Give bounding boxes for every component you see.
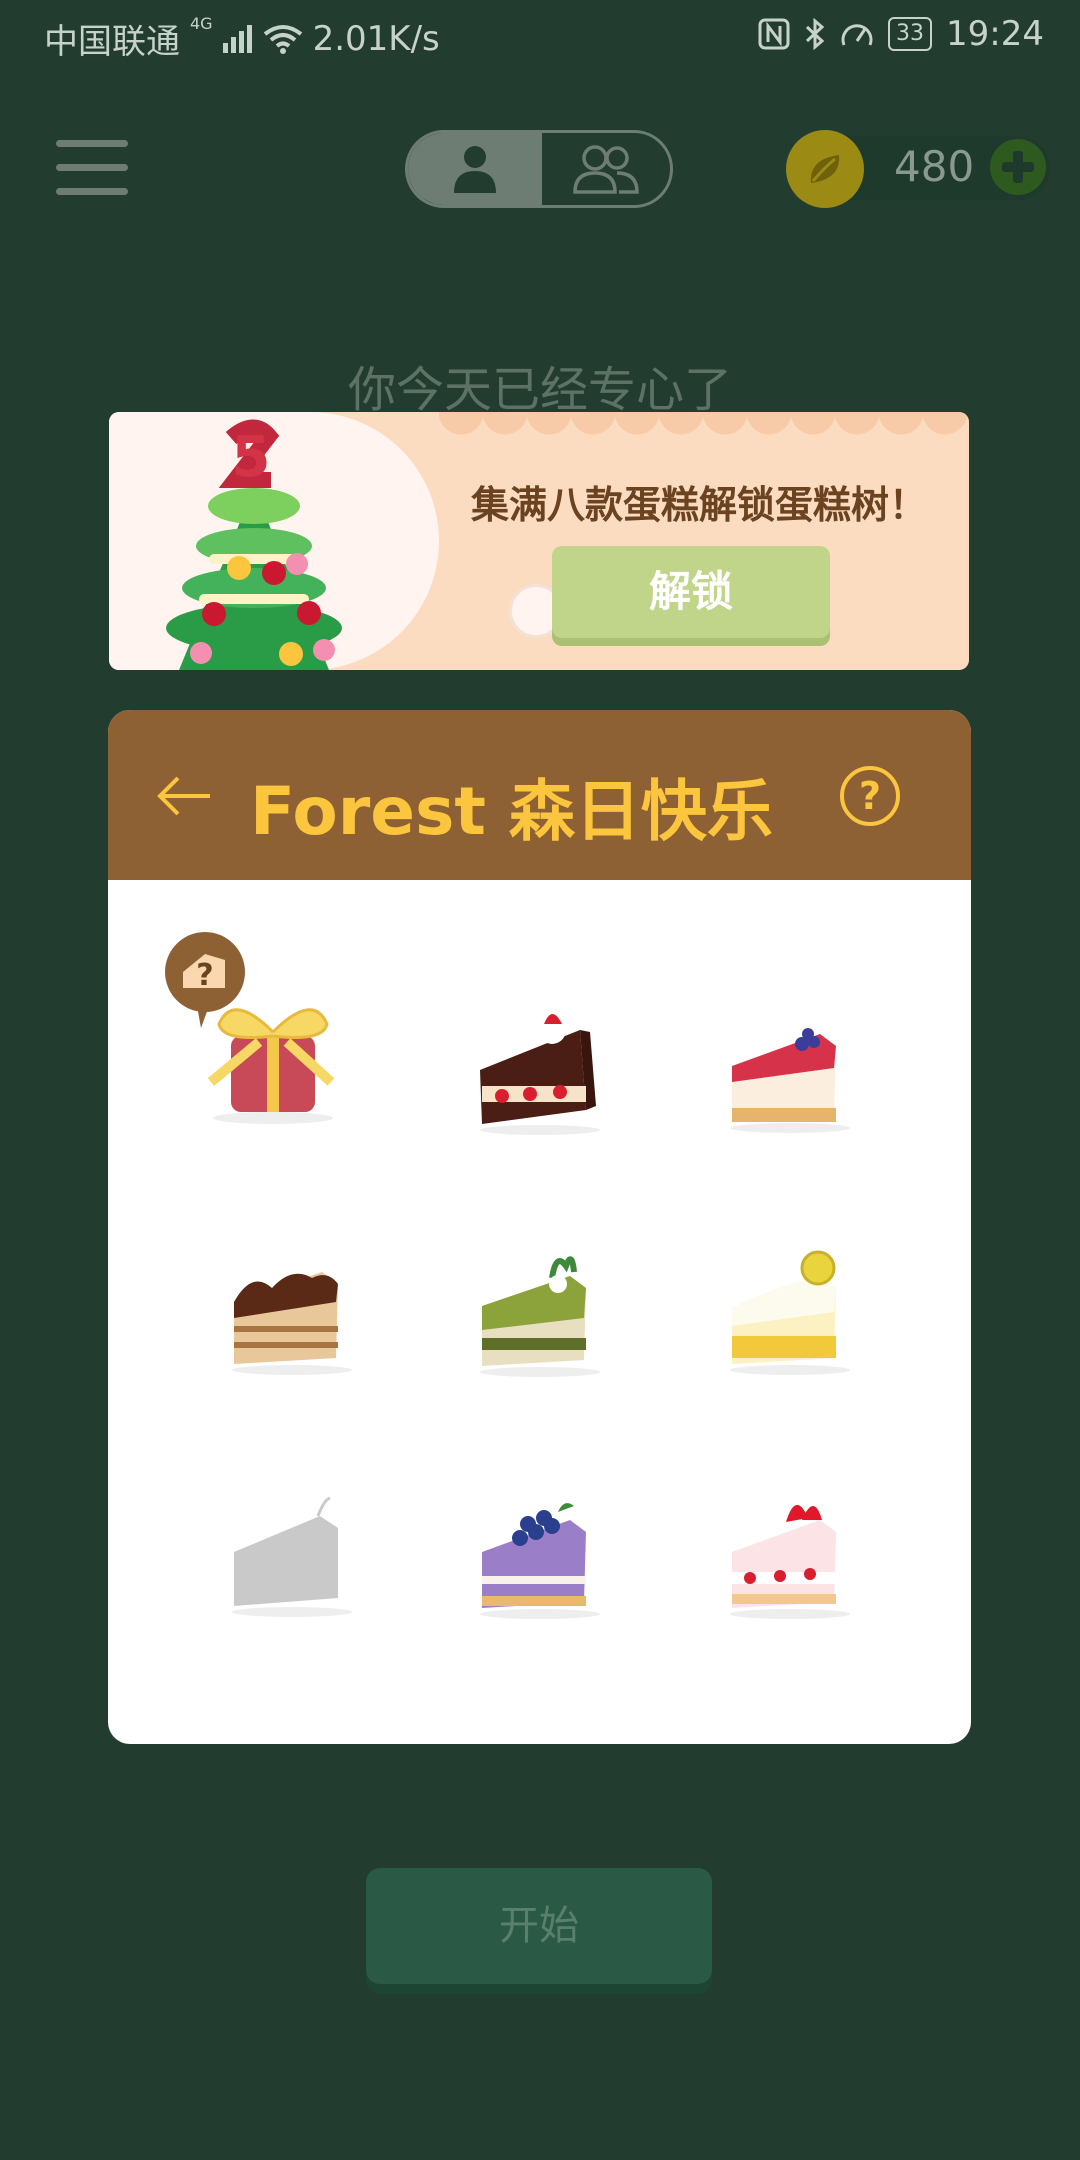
cake-tree-icon: 5: [166, 419, 342, 670]
blueberry-taro-cake-item[interactable]: [460, 1476, 640, 1656]
person-icon: [454, 146, 496, 193]
unlock-button[interactable]: 解锁: [552, 546, 830, 638]
locked-cake-item[interactable]: [212, 1476, 392, 1656]
menu-icon: [56, 140, 128, 147]
group-mode-tab[interactable]: [542, 133, 670, 205]
banner-title: 集满八款蛋糕解锁蛋糕树！: [470, 483, 927, 527]
clock: 19:24: [946, 14, 1044, 54]
tiramisu-cake-item[interactable]: [212, 1232, 392, 1412]
plus-icon: [1002, 151, 1034, 183]
speedometer-icon: [840, 19, 874, 49]
wifi-icon: [263, 24, 303, 54]
arrow-left-icon: [157, 776, 210, 816]
chocolate-strawberry-cake-item[interactable]: [460, 990, 640, 1170]
blueberry-cheesecake-item[interactable]: [710, 990, 890, 1170]
battery-icon: 33: [888, 17, 933, 51]
back-button[interactable]: [154, 772, 214, 820]
nfc-icon: [758, 18, 790, 50]
menu-button[interactable]: [56, 140, 128, 196]
matcha-cake-item[interactable]: [460, 1232, 640, 1412]
bluetooth-icon: [804, 18, 826, 50]
group-icon: [573, 145, 639, 194]
signal-icon: [222, 24, 253, 53]
coin-icon: [786, 130, 864, 208]
status-bar: 中国联通 4G 2.01K/s 33 19:24: [0, 0, 1080, 72]
lemon-cake-item[interactable]: [710, 1232, 890, 1412]
single-mode-tab[interactable]: [408, 133, 542, 205]
carrier-label: 中国联通: [44, 22, 180, 62]
mode-toggle[interactable]: [405, 130, 673, 208]
coin-count: 480: [894, 142, 975, 191]
coin-balance: 480: [786, 130, 1050, 208]
start-button[interactable]: 开始: [366, 1868, 712, 1984]
mystery-gift-item[interactable]: ?: [163, 932, 363, 1152]
help-button[interactable]: ?: [840, 766, 900, 826]
add-coins-button[interactable]: [990, 139, 1046, 195]
panel-title: Forest 森日快乐: [250, 773, 773, 850]
cake-tree-banner: 5 集满八款蛋糕解锁蛋糕树！ 解锁: [109, 412, 969, 670]
svg-text:?: ?: [196, 958, 213, 993]
strawberry-shortcake-item[interactable]: [710, 1476, 890, 1656]
cake-collection-panel: Forest 森日快乐 ? ?: [108, 710, 971, 1744]
panel-header: Forest 森日快乐 ?: [108, 710, 971, 880]
network-type-label: 4G: [190, 14, 213, 33]
focus-message: 你今天已经专心了: [347, 362, 732, 418]
network-speed: 2.01K/s: [312, 18, 440, 59]
tree-number: 5: [232, 425, 271, 490]
battery-level: 33: [896, 21, 925, 46]
